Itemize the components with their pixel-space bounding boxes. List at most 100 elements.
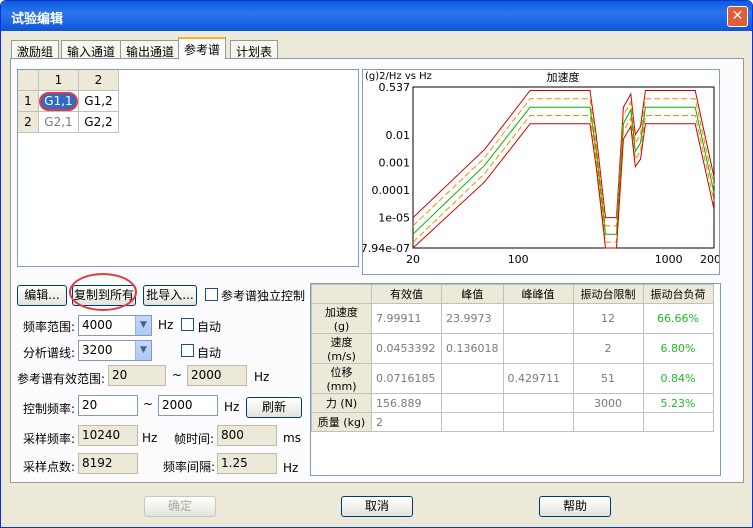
rms-value: 7.99911 xyxy=(371,303,442,334)
y-tick-label: 0.001 xyxy=(379,156,411,169)
rms-value: 2 xyxy=(371,412,442,432)
chevron-down-icon[interactable]: ▼ xyxy=(135,341,151,360)
grid-cell-g21[interactable]: G2,1 xyxy=(39,112,79,133)
auto-label: 自动 xyxy=(197,346,222,360)
spectrum-matrix-grid: 1 2 1 2 G1,1 G1,2 G2,1 G2,2 xyxy=(17,69,359,267)
chart-title: 加速度 xyxy=(547,70,580,84)
plot-frame xyxy=(412,86,715,249)
grid-cell-g12[interactable]: G1,2 xyxy=(79,91,119,112)
row-label: 力 (N) xyxy=(311,393,372,413)
auto-lines-checkbox[interactable] xyxy=(181,344,194,357)
series-line xyxy=(412,90,715,219)
x-tick-label: 100 xyxy=(508,253,529,266)
edit-button[interactable]: 编辑... xyxy=(17,285,67,306)
summary-header: 峰峰值 xyxy=(502,284,574,304)
help-button[interactable]: 帮助 xyxy=(539,496,611,517)
close-button[interactable]: ✕ xyxy=(727,6,748,27)
shaker-load xyxy=(642,412,714,432)
shaker-load: 5.23% xyxy=(642,393,714,413)
refresh-button[interactable]: 刷新 xyxy=(246,397,302,418)
valid-range-from: 20 xyxy=(108,365,166,386)
summary-header: 峰值 xyxy=(441,284,504,304)
valid-range-to: 2000 xyxy=(187,365,247,386)
summary-header: 振动台负荷 xyxy=(642,284,714,304)
control-freq-from-input[interactable]: 20 xyxy=(78,395,138,416)
tab-reference-spectrum[interactable]: 参考谱 xyxy=(178,37,227,59)
grid-cell-g11[interactable]: G1,1 xyxy=(39,91,79,112)
x-tick-label: 2000 xyxy=(700,253,719,266)
freq-interval-value: 1.25 xyxy=(217,453,277,474)
independent-control-checkbox[interactable] xyxy=(205,288,218,301)
window-title: 试验编辑 xyxy=(11,12,64,27)
highlight-circle xyxy=(69,273,137,311)
peak-value xyxy=(441,363,504,394)
tab-excitation-group[interactable]: 激励组 xyxy=(11,40,60,59)
tab-input-channels[interactable]: 输入通道 xyxy=(61,40,122,59)
hz-unit: Hz xyxy=(224,400,240,414)
peak-value xyxy=(441,412,504,432)
ms-unit: ms xyxy=(283,431,301,445)
grid-col-header: 2 xyxy=(79,70,119,91)
analysis-lines-select[interactable]: 3200 ▼ xyxy=(78,340,152,361)
tilde: ~ xyxy=(143,397,154,411)
series-line xyxy=(412,115,715,243)
peak-peak-value xyxy=(502,333,574,364)
control-freq-to-input[interactable]: 2000 xyxy=(158,395,218,416)
shaker-load: 6.80% xyxy=(642,333,714,364)
summary-header: 有效值 xyxy=(371,284,442,304)
frame-time-label: 帧时间: xyxy=(174,432,215,446)
summary-header-row: 有效值 峰值 峰峰值 振动台限制 振动台负荷 xyxy=(311,284,714,304)
shaker-load: 0.84% xyxy=(642,363,714,394)
table-row: 力 (N) 156.889 3000 5.23% xyxy=(311,393,714,413)
grid-cell-g22[interactable]: G2,2 xyxy=(79,112,119,133)
test-edit-dialog: 试验编辑 ✕ 激励组 输入通道 输出通道 参考谱 计划表 .tab{top:39… xyxy=(0,0,753,528)
table-row: 质量 (kg) 2 xyxy=(311,412,714,432)
peak-value: 23.9973 xyxy=(441,303,504,334)
y-tick-label: 0.0001 xyxy=(372,184,411,197)
freq-range-label: 频率范围: xyxy=(23,320,76,334)
shaker-limit: 2 xyxy=(572,333,644,364)
grid-cell-label: G1,1 xyxy=(39,92,78,111)
freq-range-select[interactable]: 4000 ▼ xyxy=(78,315,152,336)
shaker-limit xyxy=(572,412,644,432)
summary-table: 有效值 峰值 峰峰值 振动台限制 振动台负荷 加速度 (g) 7.99911 2… xyxy=(311,284,714,432)
auto-freq-checkbox[interactable] xyxy=(181,318,194,331)
sample-rate-label: 采样频率: xyxy=(23,432,76,446)
hz-unit: Hz xyxy=(158,318,174,332)
hz-unit: Hz xyxy=(283,461,299,475)
hz-unit: Hz xyxy=(254,370,270,384)
ok-button[interactable]: 确定 xyxy=(144,496,216,517)
rms-value: 156.889 xyxy=(371,393,442,413)
table-row: 加速度 (g) 7.99911 23.9973 12 66.66% xyxy=(311,303,714,334)
peak-peak-value xyxy=(502,412,574,432)
rms-value: 0.0453392 xyxy=(371,333,442,364)
y-tick-label: 7.94e-07 xyxy=(363,242,410,255)
batch-import-button[interactable]: 批导入... xyxy=(143,285,197,306)
grid-row-header: 2 xyxy=(18,112,39,133)
y-tick-label: 1e-05 xyxy=(378,212,410,225)
sample-rate-value: 10240 xyxy=(78,425,138,446)
auto-label: 自动 xyxy=(197,320,222,334)
peak-value: 0.136018 xyxy=(441,333,504,364)
shaker-limit: 51 xyxy=(572,363,644,394)
chevron-down-icon[interactable]: ▼ xyxy=(135,316,151,335)
control-freq-label: 控制频率: xyxy=(23,402,76,416)
valid-range-label: 参考谱有效范围: xyxy=(17,372,106,386)
summary-header: 振动台限制 xyxy=(572,284,644,304)
grid-col-header: 1 xyxy=(39,70,79,91)
row-label: 速度 (m/s) xyxy=(311,333,372,364)
series-line xyxy=(412,123,715,249)
row-label: 位移 (mm) xyxy=(311,363,372,394)
tab-output-channels[interactable]: 输出通道 xyxy=(120,40,181,59)
sample-points-label: 采样点数: xyxy=(23,460,76,474)
summary-header xyxy=(311,284,372,304)
freq-range-value: 4000 xyxy=(82,318,113,332)
independent-control-label: 参考谱独立控制 xyxy=(221,289,306,303)
tab-schedule[interactable]: 计划表 xyxy=(230,40,279,59)
row-label: 质量 (kg) xyxy=(311,412,372,432)
table-row: 速度 (m/s) 0.0453392 0.136018 2 6.80% xyxy=(311,333,714,364)
y-tick-label: 0.01 xyxy=(386,129,411,142)
cancel-button[interactable]: 取消 xyxy=(341,496,413,517)
tilde: ~ xyxy=(172,368,183,382)
peak-value xyxy=(441,393,504,413)
